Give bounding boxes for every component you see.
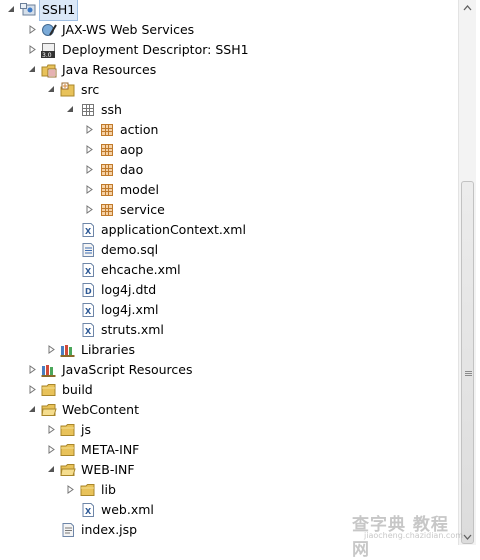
svg-text:X: X bbox=[85, 507, 92, 516]
expand-arrow-icon[interactable] bbox=[46, 460, 58, 480]
collapse-arrow-icon[interactable] bbox=[46, 440, 58, 460]
tree-item-label: index.jsp bbox=[81, 522, 138, 537]
scroll-up-arrow-icon[interactable] bbox=[459, 0, 476, 16]
vertical-scrollbar[interactable] bbox=[458, 0, 476, 545]
java-resources-icon bbox=[41, 62, 57, 78]
collapse-arrow-icon[interactable] bbox=[46, 340, 58, 360]
jsp-file-icon bbox=[60, 522, 76, 538]
xml-file-icon: X bbox=[80, 302, 96, 318]
collapse-arrow-icon[interactable] bbox=[84, 140, 96, 160]
tree-item-label: demo.sql bbox=[101, 242, 159, 257]
xml-file-icon: X bbox=[80, 502, 96, 518]
tree-item-label: build bbox=[62, 382, 93, 397]
tree-item-label: src bbox=[81, 82, 100, 97]
expand-arrow-icon[interactable] bbox=[27, 400, 39, 420]
collapse-arrow-icon[interactable] bbox=[27, 40, 39, 60]
xml-file-icon: X bbox=[80, 322, 96, 338]
collapse-arrow-icon[interactable] bbox=[65, 480, 77, 500]
source-folder-icon bbox=[60, 82, 76, 98]
tree-item-label: JAX-WS Web Services bbox=[62, 22, 195, 37]
tree-item-label: ssh bbox=[101, 102, 122, 117]
tree-item-label: Deployment Descriptor: SSH1 bbox=[62, 42, 249, 57]
tree-item-label: web.xml bbox=[101, 502, 154, 517]
tree-item-label: js bbox=[81, 422, 91, 437]
deployment-descriptor-icon: 3.0 bbox=[41, 42, 57, 59]
expand-arrow-icon[interactable] bbox=[65, 100, 77, 120]
scrollbar-thumb[interactable] bbox=[461, 181, 474, 544]
libraries-icon bbox=[60, 342, 76, 358]
tree-item-label: SSH1 bbox=[38, 0, 79, 21]
svg-text:X: X bbox=[85, 267, 92, 276]
collapse-arrow-icon[interactable] bbox=[46, 420, 58, 440]
folder-icon bbox=[41, 382, 57, 398]
scrollbar-grip-icon bbox=[465, 371, 472, 376]
tree-item-label: log4j.xml bbox=[101, 302, 159, 317]
folder-icon bbox=[60, 442, 76, 458]
folder-icon bbox=[41, 402, 57, 418]
tree-item-label: applicationContext.xml bbox=[101, 222, 246, 237]
svg-text:D: D bbox=[85, 287, 92, 296]
project-explorer-tree: SSH1 JAX-WS Web Services 3.0 Deployment … bbox=[0, 0, 458, 545]
svg-text:3.0: 3.0 bbox=[42, 52, 52, 58]
sql-file-icon bbox=[80, 242, 96, 258]
folder-icon bbox=[80, 482, 96, 498]
tree-item-label: aop bbox=[120, 142, 144, 157]
watermark-url: jiaocheng.chazidian.com bbox=[364, 531, 464, 540]
tree-item-label: struts.xml bbox=[101, 322, 164, 337]
collapse-arrow-icon[interactable] bbox=[27, 360, 39, 380]
tree-item-label: service bbox=[120, 202, 165, 217]
collapse-arrow-icon[interactable] bbox=[84, 180, 96, 200]
project-icon bbox=[20, 2, 36, 18]
webservices-icon bbox=[41, 22, 57, 38]
tree-item-label: dao bbox=[120, 162, 144, 177]
tree-item-label: ehcache.xml bbox=[101, 262, 181, 277]
svg-text:X: X bbox=[85, 327, 92, 336]
expand-arrow-icon[interactable] bbox=[46, 80, 58, 100]
collapse-arrow-icon[interactable] bbox=[84, 200, 96, 220]
tree-item-label: META-INF bbox=[81, 442, 140, 457]
expand-arrow-icon[interactable] bbox=[6, 0, 18, 20]
package-icon bbox=[80, 102, 96, 118]
tree-item-label: lib bbox=[101, 482, 116, 497]
dtd-file-icon: D bbox=[80, 282, 96, 298]
tree-item-label: Libraries bbox=[81, 342, 135, 357]
xml-file-icon: X bbox=[80, 222, 96, 238]
collapse-arrow-icon[interactable] bbox=[27, 20, 39, 40]
package-icon bbox=[99, 162, 115, 178]
tree-item-label: log4j.dtd bbox=[101, 282, 157, 297]
tree-item-label: Java Resources bbox=[62, 62, 157, 77]
folder-icon bbox=[60, 462, 76, 478]
package-icon bbox=[99, 182, 115, 198]
tree-item-label: model bbox=[120, 182, 159, 197]
collapse-arrow-icon[interactable] bbox=[84, 160, 96, 180]
package-icon bbox=[99, 142, 115, 158]
svg-text:X: X bbox=[85, 307, 92, 316]
javascript-resources-icon bbox=[41, 362, 57, 378]
tree-item-label: JavaScript Resources bbox=[62, 362, 193, 377]
collapse-arrow-icon[interactable] bbox=[27, 380, 39, 400]
package-icon bbox=[99, 122, 115, 138]
collapse-arrow-icon[interactable] bbox=[84, 120, 96, 140]
svg-text:X: X bbox=[85, 227, 92, 236]
package-icon bbox=[99, 202, 115, 218]
expand-arrow-icon[interactable] bbox=[27, 60, 39, 80]
xml-file-icon: X bbox=[80, 262, 96, 278]
folder-icon bbox=[60, 422, 76, 438]
tree-item-label: WEB-INF bbox=[81, 462, 135, 477]
tree-item-label: WebContent bbox=[62, 402, 139, 417]
tree-item-label: action bbox=[120, 122, 159, 137]
watermark: 查字典 教程网 jiaocheng.chazidian.com bbox=[352, 510, 464, 560]
